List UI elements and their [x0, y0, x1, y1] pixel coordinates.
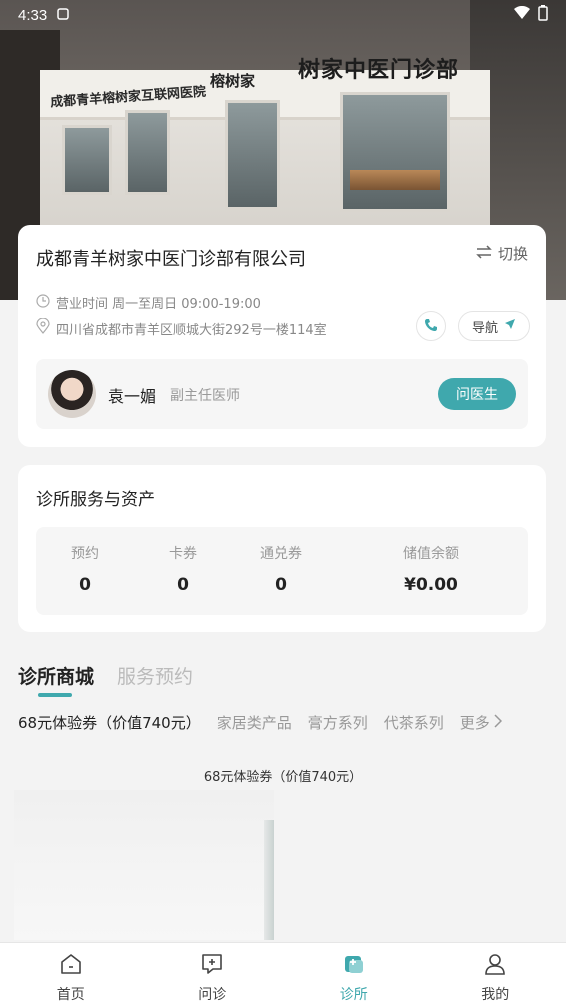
product-caption: 68元体验券（价值740元）	[203, 770, 363, 785]
doctor-row[interactable]: 袁一媚 副主任医师 问医生	[36, 359, 528, 429]
address-text: 四川省成都市青羊区顺城大街292号一楼114室	[56, 322, 327, 338]
clinic-name: 成都青羊树家中医门诊部有限公司	[36, 249, 306, 270]
switch-label: 切换	[497, 245, 528, 263]
bottom-navigation: 首页 问诊 诊所 我的	[0, 942, 566, 1008]
nav-label: 我的	[481, 987, 510, 1003]
nav-home[interactable]: 首页	[0, 943, 142, 1008]
switch-clinic-button[interactable]: 切换	[476, 243, 528, 264]
switch-icon	[476, 244, 492, 263]
stat-label: 通兑券	[260, 546, 302, 562]
asset-stats: 预约 0 卡券 0 通兑券 0 储值余额 ¥0.00	[36, 527, 528, 615]
stat-vouchers[interactable]: 通兑券 0	[232, 527, 330, 615]
profile-icon	[484, 953, 506, 979]
tab-service-booking[interactable]: 服务预约	[117, 662, 193, 689]
stat-appointments[interactable]: 预约 0	[36, 527, 134, 615]
stat-balance[interactable]: 储值余额 ¥0.00	[361, 527, 501, 615]
stat-label: 卡券	[169, 546, 197, 562]
clinic-icon	[342, 953, 366, 979]
doctor-name: 袁一媚	[108, 387, 157, 406]
hours-text: 营业时间 周一至周日 09:00-19:00	[56, 297, 261, 312]
business-hours: 营业时间 周一至周日 09:00-19:00	[36, 293, 261, 312]
stat-label: 储值余额	[403, 546, 459, 562]
category-row: 68元体验券（价值740元） 家居类产品 膏方系列 代茶系列 更多	[18, 712, 566, 733]
nav-label: 问诊	[198, 987, 227, 1003]
ask-doctor-button[interactable]: 问医生	[438, 378, 516, 410]
doctor-title: 副主任医师	[170, 388, 240, 404]
active-tab-indicator	[38, 693, 72, 697]
doctor-avatar	[48, 370, 96, 418]
status-bar: 4:33	[0, 0, 566, 30]
status-time: 4:33	[18, 6, 48, 24]
nav-label: 诊所	[339, 987, 368, 1003]
stat-value: 0	[79, 575, 91, 595]
nav-clinic[interactable]: 诊所	[283, 943, 425, 1008]
stat-value: 0	[275, 575, 287, 595]
home-icon	[60, 953, 82, 979]
storefront-brand: 榕树家	[210, 72, 256, 90]
stat-label: 预约	[71, 546, 99, 562]
services-card: 诊所服务与资产 预约 0 卡券 0 通兑券 0 储值余额 ¥0.00	[18, 465, 546, 632]
address: 四川省成都市青羊区顺城大街292号一楼114室	[36, 317, 327, 338]
wifi-icon	[514, 5, 530, 24]
battery-icon	[538, 5, 548, 25]
nav-label: 首页	[56, 987, 85, 1003]
storefront-sign: 树家中医门诊部	[298, 58, 460, 83]
location-pin-icon	[36, 317, 50, 338]
more-label: 更多	[459, 714, 490, 732]
services-title: 诊所服务与资产	[36, 490, 155, 510]
navigation-arrow-icon	[504, 318, 516, 334]
category-item[interactable]: 膏方系列	[308, 712, 368, 733]
consult-icon	[200, 953, 224, 979]
product-image[interactable]	[14, 790, 274, 940]
clock-icon	[36, 293, 50, 312]
notification-icon	[57, 6, 69, 24]
chevron-right-icon	[494, 713, 502, 732]
nav-profile[interactable]: 我的	[425, 943, 566, 1008]
more-categories-button[interactable]: 更多	[460, 712, 502, 733]
stat-value: 0	[177, 575, 189, 595]
phone-icon	[424, 317, 438, 336]
tab-clinic-mall[interactable]: 诊所商城	[18, 662, 94, 689]
stat-coupons[interactable]: 卡券 0	[134, 527, 232, 615]
category-item[interactable]: 68元体验券（价值740元）	[18, 712, 201, 733]
call-button[interactable]	[416, 311, 446, 341]
category-item[interactable]: 家居类产品	[217, 712, 292, 733]
navigate-label: 导航	[471, 320, 498, 336]
stat-value: ¥0.00	[404, 575, 458, 595]
category-item[interactable]: 代茶系列	[384, 712, 444, 733]
nav-consult[interactable]: 问诊	[142, 943, 284, 1008]
navigate-button[interactable]: 导航	[458, 311, 530, 341]
clinic-card: 成都青羊树家中医门诊部有限公司 切换 营业时间 周一至周日 09:00-19:0…	[18, 225, 546, 447]
